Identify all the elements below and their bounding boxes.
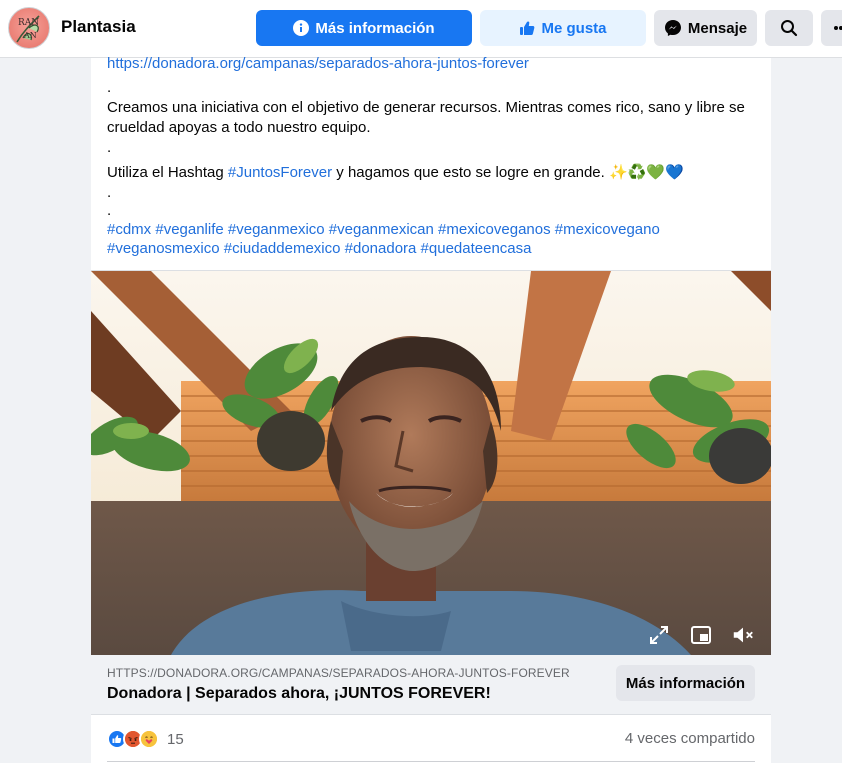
page-header: RAN AN Plantasia Más información Me gust… xyxy=(0,0,842,58)
post-card: https://donadora.org/campanas/separados-… xyxy=(91,55,771,763)
thumbs-up-icon xyxy=(520,21,535,35)
svg-text:RAN: RAN xyxy=(18,18,39,28)
more-info-button[interactable]: Más información xyxy=(256,10,472,46)
search-button[interactable] xyxy=(765,10,813,46)
ellipsis-icon xyxy=(834,26,842,30)
more-info-label: Más información xyxy=(315,19,435,37)
fullscreen-icon[interactable] xyxy=(647,623,671,647)
separator-dot: . xyxy=(107,79,112,96)
separator-dot: . xyxy=(107,202,112,219)
link-preview-more-info-button[interactable]: Más información xyxy=(616,665,755,701)
separator-dot: . xyxy=(107,184,112,201)
message-button[interactable]: Mensaje xyxy=(654,10,757,46)
shares-count[interactable]: 4 veces compartido xyxy=(625,730,755,747)
picture-in-picture-icon[interactable] xyxy=(689,623,713,647)
page-avatar[interactable]: RAN AN xyxy=(8,7,50,49)
post-url-link[interactable]: https://donadora.org/campanas/separados-… xyxy=(107,54,529,74)
avatar-logo-icon: RAN AN xyxy=(16,15,40,43)
video-frame xyxy=(91,271,771,655)
svg-text:AN: AN xyxy=(23,31,37,40)
care-reaction-icon xyxy=(139,729,159,749)
message-label: Mensaje xyxy=(687,19,748,37)
link-preview-domain: HTTPS://DONADORA.ORG/CAMPANAS/SEPARADOS-… xyxy=(107,666,570,680)
hashtags-line[interactable]: #cdmx #veganlife #veganmexico #veganmexi… xyxy=(107,220,660,240)
post-body-line: crueldad apoyas a todo nuestro equipo. xyxy=(107,119,371,136)
hashtag-suffix: y hagamos que esto se logre en grande. ✨… xyxy=(332,164,684,181)
link-preview[interactable]: HTTPS://DONADORA.ORG/CAMPANAS/SEPARADOS-… xyxy=(91,655,771,715)
reactions-summary[interactable]: 15 xyxy=(107,728,184,750)
messenger-icon xyxy=(664,20,681,36)
info-icon xyxy=(293,20,310,36)
like-page-button[interactable]: Me gusta xyxy=(480,10,646,46)
muted-speaker-icon[interactable] xyxy=(731,623,755,647)
link-preview-title[interactable]: Donadora | Separados ahora, ¡JUNTOS FORE… xyxy=(107,685,491,703)
search-icon xyxy=(781,20,798,37)
reaction-count[interactable]: 15 xyxy=(167,731,184,748)
hashtag-link[interactable]: #JuntosForever xyxy=(228,164,332,181)
post-body-line: Creamos una iniciativa con el objetivo d… xyxy=(107,99,745,116)
hashtag-sentence: Utiliza el Hashtag #JuntosForever y haga… xyxy=(107,163,684,183)
video-player[interactable] xyxy=(91,271,771,655)
more-options-button[interactable] xyxy=(821,10,842,46)
like-label: Me gusta xyxy=(541,19,607,37)
page-title[interactable]: Plantasia xyxy=(61,17,136,37)
divider xyxy=(107,761,755,762)
separator-dot: . xyxy=(107,139,112,156)
hashtag-prefix: Utiliza el Hashtag xyxy=(107,164,228,181)
hashtags-line[interactable]: #veganosmexico #ciudaddemexico #donadora… xyxy=(107,239,531,259)
